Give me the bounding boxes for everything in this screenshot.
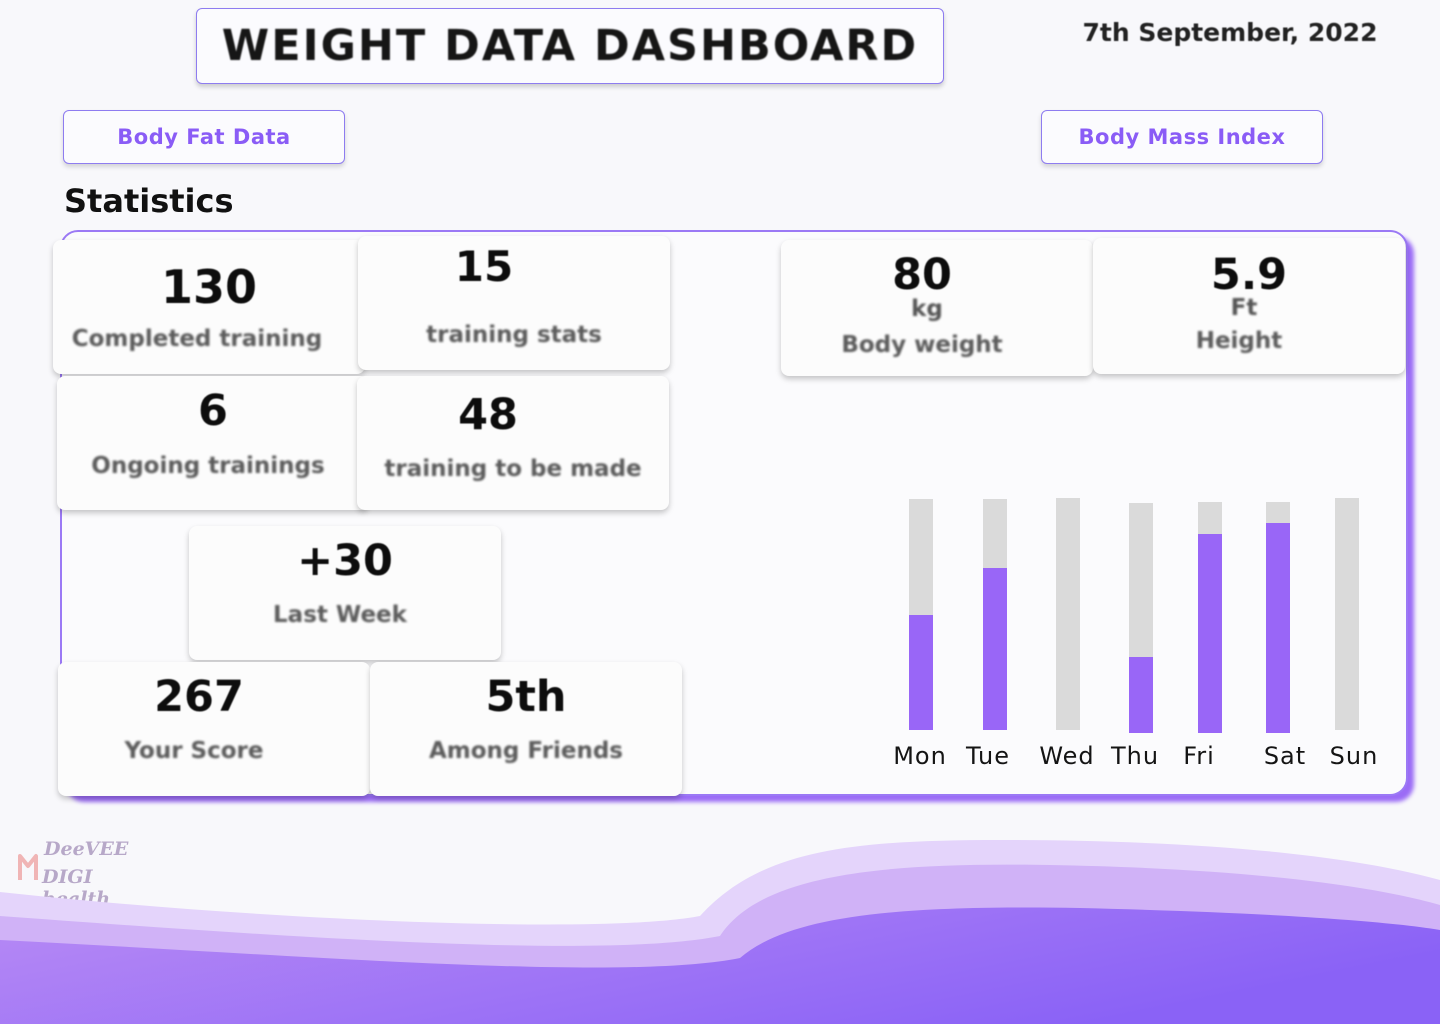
day-label-thu: Thu xyxy=(1110,742,1160,770)
day-label-wed: Wed xyxy=(1039,742,1095,770)
among-friends-card: 5th Among Friends xyxy=(370,662,682,796)
training-stats-card: 15 training stats xyxy=(358,236,670,370)
your-score-card: 267 Your Score xyxy=(58,662,370,796)
body-fat-data-button[interactable]: Body Fat Data xyxy=(63,110,345,164)
bar-sat xyxy=(1266,522,1290,733)
body-weight-label: Body weight xyxy=(841,332,1003,358)
among-friends-label: Among Friends xyxy=(428,738,623,764)
last-week-label: Last Week xyxy=(273,602,407,628)
your-score-label: Your Score xyxy=(124,738,264,764)
statistics-heading: Statistics xyxy=(64,182,234,220)
training-stats-value: 15 xyxy=(454,242,514,291)
bar-track-mon xyxy=(909,499,933,730)
bar-mon xyxy=(909,614,933,730)
day-label-sun: Sun xyxy=(1329,742,1379,770)
bar-fri xyxy=(1198,534,1222,733)
ongoing-trainings-label: Ongoing trainings xyxy=(91,453,325,479)
bar-track-sat xyxy=(1266,502,1290,733)
page-title: WEIGHT DATA DASHBOARD xyxy=(221,21,919,71)
height-unit: Ft xyxy=(1230,295,1258,321)
day-label-sat: Sat xyxy=(1263,742,1307,770)
body-weight-value: 80 xyxy=(892,250,952,300)
training-to-be-made-label: training to be made xyxy=(384,456,642,482)
bar-track-tue xyxy=(983,499,1007,730)
bar-track-fri xyxy=(1198,502,1222,733)
your-score-value: 267 xyxy=(154,672,244,722)
day-label-tue: Tue xyxy=(966,742,1010,770)
last-week-value: +30 xyxy=(297,536,393,586)
bar-track-sun xyxy=(1335,498,1359,730)
decorative-wave xyxy=(0,840,1440,1024)
date-label: 7th September, 2022 xyxy=(1082,18,1378,47)
body-weight-card: 80 kg Body weight xyxy=(781,240,1093,376)
height-label: Height xyxy=(1195,328,1283,354)
bar-tue xyxy=(983,568,1007,730)
height-value: 5.9 xyxy=(1210,250,1288,300)
training-stats-label: training stats xyxy=(426,322,602,348)
bar-track-thu xyxy=(1129,503,1153,733)
ongoing-trainings-value: 6 xyxy=(198,386,228,436)
bar-track-wed xyxy=(1056,498,1080,730)
completed-training-card: 130 Completed training xyxy=(53,240,365,374)
day-label-fri: Fri xyxy=(1183,742,1215,770)
day-label-mon: Mon xyxy=(893,742,947,770)
body-mass-index-button[interactable]: Body Mass Index xyxy=(1041,110,1323,164)
among-friends-value: 5th xyxy=(485,672,567,722)
body-weight-unit: kg xyxy=(911,296,943,322)
training-to-be-made-card: 48 training to be made xyxy=(357,376,669,510)
completed-training-label: Completed training xyxy=(71,326,323,352)
completed-training-value: 130 xyxy=(160,260,258,314)
ongoing-trainings-card: 6 Ongoing trainings xyxy=(57,376,369,510)
height-card: 5.9 Ft Height xyxy=(1093,238,1405,374)
bar-thu xyxy=(1129,657,1153,733)
last-week-card: +30 Last Week xyxy=(189,526,501,660)
title-box: WEIGHT DATA DASHBOARD xyxy=(196,8,944,84)
training-to-be-made-value: 48 xyxy=(458,390,518,440)
